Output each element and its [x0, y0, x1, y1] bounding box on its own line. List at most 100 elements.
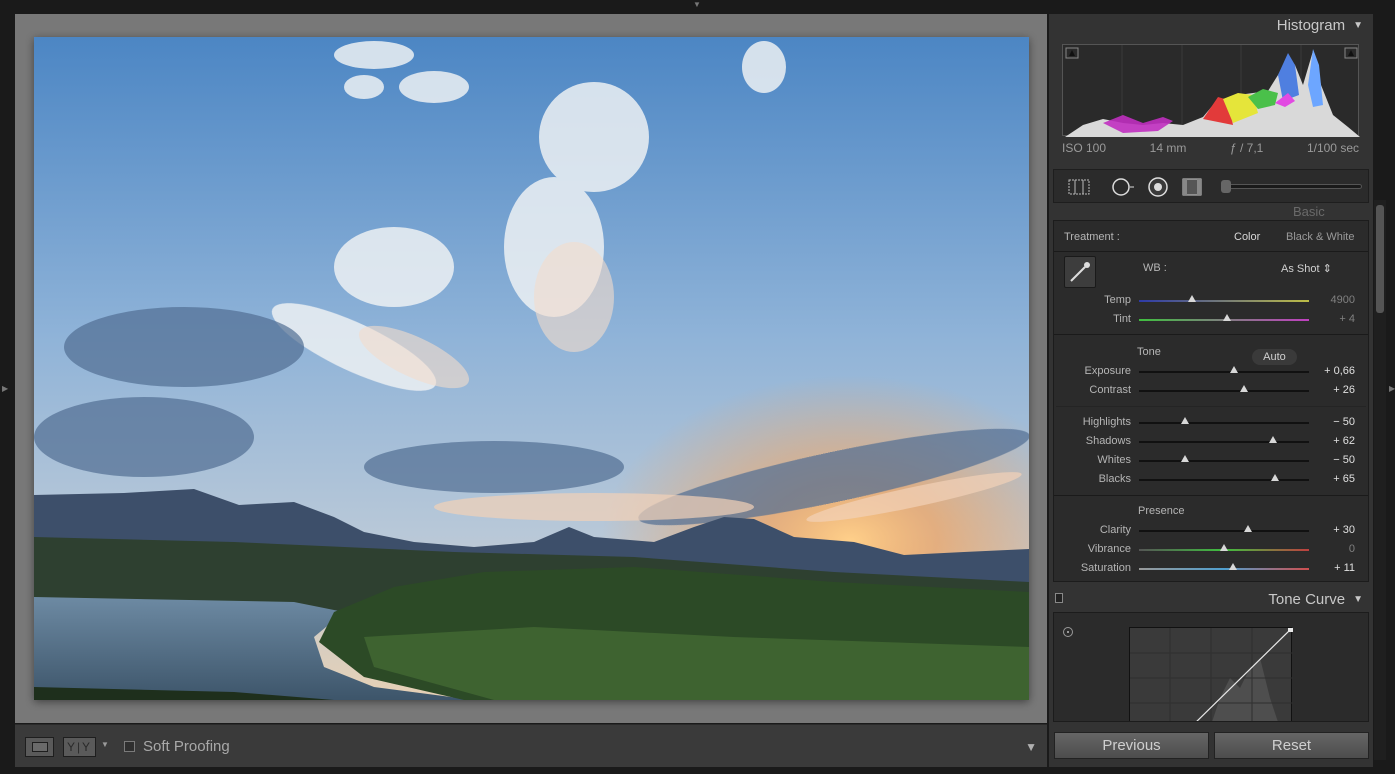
whites-label: Whites — [1097, 454, 1131, 466]
tint-value[interactable]: + 4 — [1309, 313, 1355, 325]
saturation-value[interactable]: + 11 — [1309, 562, 1355, 574]
highlights-label: Highlights — [1082, 416, 1131, 428]
exposure-label: Exposure — [1084, 365, 1131, 377]
landscape-photo[interactable] — [34, 37, 1029, 700]
saturation-label: Saturation — [1080, 562, 1131, 574]
treatment-color-button[interactable]: Color — [1234, 231, 1260, 243]
blacks-label: Blacks — [1098, 473, 1131, 485]
aperture-value: ƒ / 7,1 — [1229, 141, 1264, 155]
saturation-slider[interactable] — [1139, 568, 1309, 570]
before-after-dropdown-icon[interactable]: ▼ — [101, 740, 109, 749]
panel-scrollbar-thumb[interactable] — [1376, 205, 1384, 313]
highlights-slider-knob[interactable] — [1180, 417, 1189, 424]
wb-selector-button[interactable] — [1064, 256, 1096, 288]
photo-viewer — [15, 14, 1047, 723]
photo-image — [34, 37, 1029, 700]
divider — [1054, 251, 1368, 252]
top-panel-toggle-icon[interactable]: ▼ — [693, 0, 701, 9]
shadows-slider[interactable] — [1139, 441, 1309, 443]
wb-label: WB : — [1143, 262, 1167, 274]
blacks-slider-knob[interactable] — [1271, 474, 1279, 481]
wb-preset-dropdown[interactable]: As Shot ⇕ — [1281, 262, 1332, 275]
treatment-bw-button[interactable]: Black & White — [1286, 231, 1354, 243]
adjustment-brush-slider[interactable] — [1221, 180, 1362, 193]
histogram-title: Histogram — [1276, 17, 1346, 34]
shadows-value[interactable]: + 62 — [1309, 435, 1355, 447]
highlights-value[interactable]: − 50 — [1309, 416, 1355, 428]
exposure-slider-knob[interactable] — [1230, 366, 1239, 373]
vibrance-label: Vibrance — [1087, 543, 1131, 555]
blacks-value[interactable]: + 65 — [1309, 473, 1355, 485]
divider — [1054, 334, 1368, 335]
contrast-label: Contrast — [1089, 384, 1131, 396]
iso-value: ISO 100 — [1062, 141, 1107, 155]
clarity-value[interactable]: + 30 — [1309, 524, 1355, 536]
histogram-graph[interactable] — [1062, 44, 1360, 137]
temp-slider-knob[interactable] — [1187, 295, 1196, 302]
shadows-label: Shadows — [1085, 435, 1131, 447]
targeted-adjustment-icon[interactable] — [1063, 627, 1073, 637]
tone-curve-panel — [1053, 612, 1369, 722]
tint-label: Tint — [1113, 313, 1131, 325]
loupe-view-button[interactable] — [25, 737, 54, 757]
clarity-label: Clarity — [1099, 524, 1131, 536]
tool-strip — [1053, 169, 1369, 203]
tone-curve-header[interactable]: Tone Curve ▼ — [1268, 591, 1363, 608]
graduated-filter-icon[interactable] — [1180, 177, 1204, 197]
contrast-value[interactable]: + 26 — [1309, 384, 1355, 396]
highlights-slider[interactable] — [1139, 422, 1309, 424]
histogram-metadata: ISO 100 14 mm ƒ / 7,1 1/100 sec — [1062, 141, 1359, 155]
clarity-slider-knob[interactable] — [1243, 525, 1252, 532]
histogram-header[interactable]: Histogram ▼ — [1277, 17, 1363, 34]
reset-button[interactable]: Reset — [1214, 732, 1369, 759]
shutter-speed-value: 1/100 sec — [1306, 141, 1359, 155]
panel-switch-icon[interactable] — [1055, 593, 1063, 603]
develop-right-panel: Histogram ▼ ISO 100 14 mm ƒ / 7,1 1/100 … — [1049, 14, 1373, 767]
exposure-slider[interactable] — [1139, 371, 1309, 373]
temp-value[interactable]: 4900 — [1309, 294, 1355, 306]
eyedropper-icon — [1070, 262, 1090, 282]
blacks-slider[interactable] — [1139, 479, 1309, 481]
tone-curve-graph[interactable] — [1129, 627, 1293, 721]
auto-tone-button[interactable]: Auto — [1252, 349, 1297, 365]
whites-slider-knob[interactable] — [1180, 455, 1189, 462]
left-panel-toggle-icon[interactable]: ▶ — [2, 384, 8, 393]
before-after-view-button[interactable]: Y|Y — [63, 737, 96, 757]
loupe-view-icon — [31, 742, 48, 752]
presence-title: Presence — [1138, 505, 1185, 517]
focal-length-value: 14 mm — [1149, 141, 1187, 155]
right-panel-toggle-icon[interactable]: ▶ — [1389, 384, 1395, 393]
tone-curve-title: Tone Curve — [1268, 591, 1346, 608]
temp-label: Temp — [1104, 294, 1131, 306]
shadows-slider-knob[interactable] — [1269, 436, 1278, 443]
divider — [1056, 406, 1366, 407]
tone-title: Tone — [1137, 346, 1161, 358]
whites-slider[interactable] — [1139, 460, 1309, 462]
vibrance-value[interactable]: 0 — [1309, 543, 1355, 555]
whites-value[interactable]: − 50 — [1309, 454, 1355, 466]
crop-overlay-icon[interactable] — [1067, 177, 1091, 197]
contrast-slider[interactable] — [1139, 390, 1309, 392]
collapse-triangle-icon: ▼ — [1353, 594, 1363, 605]
soft-proofing-label: Soft Proofing — [143, 738, 230, 755]
before-after-icon: Y|Y — [66, 740, 93, 754]
adjustment-brush-knob[interactable] — [1221, 180, 1231, 193]
temp-slider[interactable] — [1139, 300, 1309, 302]
previous-settings-button[interactable]: Previous — [1054, 732, 1209, 759]
soft-proofing-checkbox[interactable] — [124, 741, 135, 752]
toolbar-options-icon[interactable]: ▼ — [1025, 740, 1037, 754]
basic-panel-header[interactable]: Basic — [1293, 204, 1325, 219]
tone-curve-svg — [1130, 627, 1293, 721]
clarity-slider[interactable] — [1139, 530, 1309, 532]
tint-slider-knob[interactable] — [1223, 314, 1232, 321]
red-eye-icon[interactable] — [1146, 177, 1170, 197]
contrast-slider-knob[interactable] — [1240, 385, 1249, 392]
histogram-svg — [1065, 45, 1360, 137]
exposure-value[interactable]: + 0,66 — [1309, 365, 1355, 377]
collapse-triangle-icon: ▼ — [1353, 20, 1363, 31]
saturation-slider-knob[interactable] — [1228, 563, 1237, 570]
vibrance-slider-knob[interactable] — [1220, 544, 1228, 551]
basic-panel: Treatment : Color Black & White WB : As … — [1053, 220, 1369, 582]
viewer-toolbar: Y|Y ▼ Soft Proofing ▼ — [15, 724, 1047, 767]
spot-removal-icon[interactable] — [1110, 177, 1134, 197]
